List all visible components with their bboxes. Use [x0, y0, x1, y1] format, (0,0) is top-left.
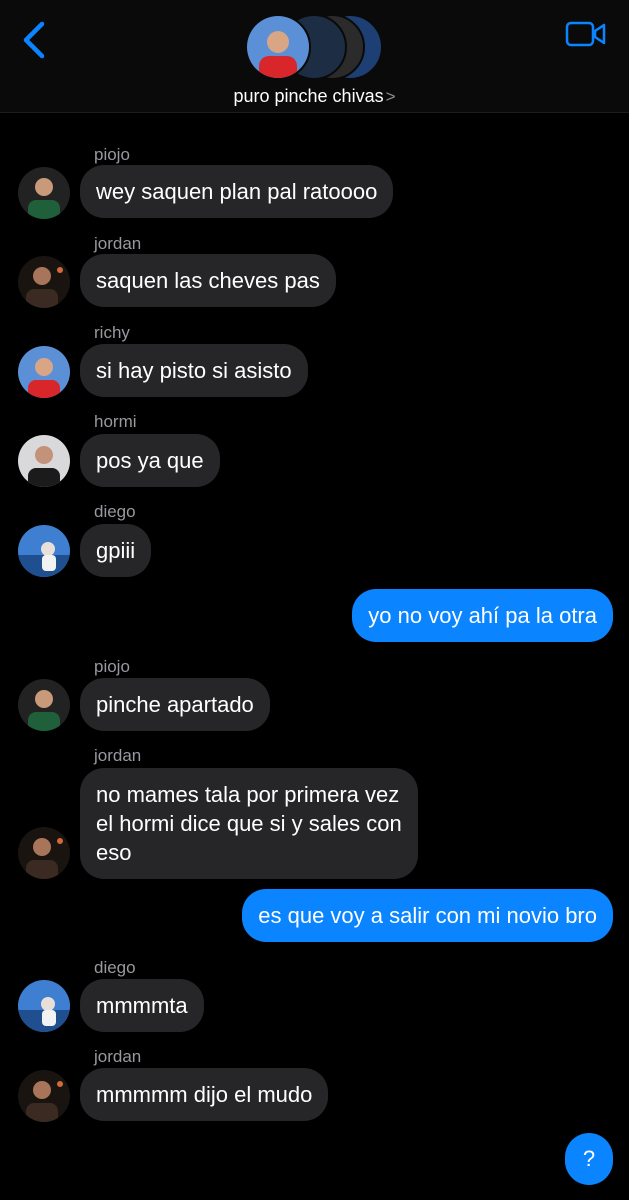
message-bubble[interactable]: pos ya que	[80, 434, 220, 487]
sender-name: piojo	[94, 145, 130, 164]
avatar	[245, 14, 311, 80]
sender-name: richy	[94, 323, 130, 342]
message-bubble[interactable]: no mames tala por primera vez el hormi d…	[80, 768, 418, 879]
message-bubble[interactable]: mmmmta	[80, 979, 204, 1032]
chevron-left-icon	[23, 21, 45, 59]
message-bubble[interactable]: mmmmm dijo el mudo	[80, 1068, 329, 1121]
avatar[interactable]	[18, 980, 70, 1032]
outgoing-message-bubble[interactable]: yo no voy ahí pa la otra	[352, 589, 613, 642]
sender-name: hormi	[94, 412, 137, 431]
group-name-label: puro pinche chivas	[233, 86, 384, 106]
sender-name: jordan	[94, 746, 142, 765]
sender-name: piojo	[94, 657, 130, 676]
message-bubble[interactable]: saquen las cheves pas	[80, 254, 336, 307]
avatar[interactable]	[18, 827, 70, 879]
avatar[interactable]	[18, 679, 70, 731]
chevron-right-icon: >	[385, 87, 396, 106]
avatar[interactable]	[18, 435, 70, 487]
sender-name: jordan	[94, 1047, 142, 1066]
sender-name: diego	[94, 502, 136, 521]
group-name[interactable]: puro pinche chivas >	[0, 86, 629, 107]
message-bubble[interactable]: si hay pisto si asisto	[80, 344, 308, 397]
message-bubble[interactable]: wey saquen plan pal ratoooo	[80, 165, 394, 218]
avatar[interactable]	[18, 167, 70, 219]
message-bubble[interactable]: gpiii	[80, 524, 152, 577]
avatar[interactable]	[18, 525, 70, 577]
video-call-button[interactable]	[565, 18, 607, 50]
avatar[interactable]	[18, 1070, 70, 1122]
message-bubble[interactable]: pinche apartado	[80, 678, 270, 731]
sender-name: diego	[94, 958, 136, 977]
sender-name: jordan	[94, 234, 142, 253]
back-button[interactable]	[18, 20, 54, 60]
video-camera-icon	[565, 21, 606, 47]
conversation-header: puro pinche chivas >	[0, 0, 629, 113]
group-avatar-stack[interactable]	[245, 14, 385, 80]
outgoing-message-bubble[interactable]: es que voy a salir con mi novio bro	[242, 889, 613, 942]
avatar[interactable]	[18, 346, 70, 398]
help-button[interactable]: ?	[565, 1133, 613, 1185]
avatar[interactable]	[18, 256, 70, 308]
message-thread[interactable]: piojo wey saquen plan pal ratoooo jordan…	[0, 112, 629, 1200]
